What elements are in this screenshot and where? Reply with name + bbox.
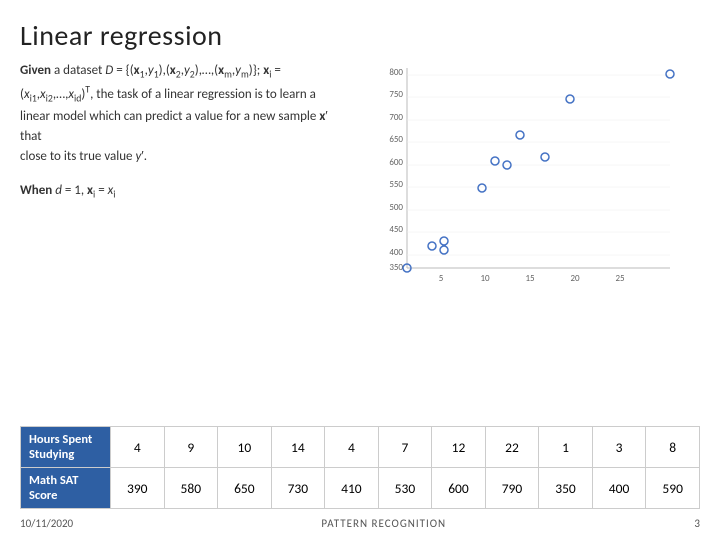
close-text: close to its true value y′. — [20, 149, 147, 164]
right-panel: 800 750 700 650 600 550 500 450 400 350 … — [340, 59, 700, 420]
page: Linear regression Given a dataset D = {(… — [0, 0, 720, 540]
table-cell: 580 — [164, 468, 218, 509]
table-cell: 8 — [646, 427, 700, 468]
table-cell: 1 — [539, 427, 593, 468]
table-row: Math SAT Score39058065073041053060079035… — [21, 468, 700, 509]
content-area: Given a dataset D = {(x1,y1),(x2,y2),…,(… — [20, 59, 700, 420]
when-text: When d = 1, xi = xi — [20, 181, 330, 203]
svg-text:750: 750 — [389, 89, 403, 100]
table-cell: 9 — [164, 427, 218, 468]
svg-text:550: 550 — [389, 179, 403, 190]
svg-text:5: 5 — [439, 273, 444, 284]
data-table: Hours Spent Studying491014471222138Math … — [20, 426, 700, 509]
table-cell: 730 — [271, 468, 325, 509]
given-label: Given a dataset D = {(x1,y1),(x2,y2),…,(… — [20, 63, 281, 78]
data-point — [428, 242, 436, 250]
task-text: linear model which can predict a value f… — [20, 109, 328, 144]
data-point — [541, 153, 549, 161]
bottom-section: Hours Spent Studying491014471222138Math … — [20, 426, 700, 509]
table-cell: 400 — [592, 468, 646, 509]
table-cell: 10 — [218, 427, 272, 468]
table-cell: 390 — [111, 468, 165, 509]
table-cell: 790 — [485, 468, 539, 509]
when-formula: When d = 1, xi = xi — [20, 183, 116, 198]
table-cell: 7 — [378, 427, 432, 468]
table-cell: 14 — [271, 427, 325, 468]
left-panel: Given a dataset D = {(x1,y1),(x2,y2),…,(… — [20, 59, 330, 420]
footer-date: 10/11/2020 — [20, 517, 73, 530]
footer: 10/11/2020 PATTERN RECOGNITION 3 — [20, 517, 700, 530]
svg-text:20: 20 — [570, 273, 580, 284]
data-point — [566, 95, 574, 103]
svg-text:400: 400 — [389, 247, 403, 258]
svg-text:700: 700 — [389, 112, 403, 123]
table-row: Hours Spent Studying491014471222138 — [21, 427, 700, 468]
footer-page: 3 — [694, 517, 700, 530]
data-point — [666, 70, 674, 78]
table-cell: 590 — [646, 468, 700, 509]
table-cell: 4 — [111, 427, 165, 468]
scatter-chart: 800 750 700 650 600 550 500 450 400 350 … — [365, 63, 675, 293]
svg-text:650: 650 — [389, 134, 403, 145]
svg-text:450: 450 — [389, 224, 403, 235]
page-title: Linear regression — [20, 18, 700, 53]
svg-text:500: 500 — [389, 202, 403, 213]
footer-subtitle: PATTERN RECOGNITION — [321, 517, 446, 530]
hours-label: Hours Spent Studying — [21, 427, 111, 468]
data-point — [516, 131, 524, 139]
table-cell: 600 — [432, 468, 486, 509]
table-cell: 12 — [432, 427, 486, 468]
data-point — [440, 237, 448, 245]
score-label: Math SAT Score — [21, 468, 111, 509]
chart-svg: 800 750 700 650 600 550 500 450 400 350 … — [365, 63, 675, 293]
table-cell: 22 — [485, 427, 539, 468]
data-point — [478, 184, 486, 192]
svg-text:15: 15 — [525, 273, 535, 284]
formula-xi: (xi1,xi2,…,xid)T, the task of a linear r… — [20, 87, 316, 102]
svg-text:600: 600 — [389, 157, 403, 168]
description-text: Given a dataset D = {(x1,y1),(x2,y2),…,(… — [20, 61, 330, 167]
svg-text:10: 10 — [480, 273, 490, 284]
svg-text:800: 800 — [389, 67, 403, 78]
table-cell: 3 — [592, 427, 646, 468]
table-cell: 4 — [325, 427, 379, 468]
svg-text:350: 350 — [389, 262, 403, 273]
table-cell: 530 — [378, 468, 432, 509]
data-point — [440, 246, 448, 254]
table-cell: 410 — [325, 468, 379, 509]
data-point — [491, 157, 499, 165]
svg-text:25: 25 — [615, 273, 625, 284]
table-cell: 350 — [539, 468, 593, 509]
table-cell: 650 — [218, 468, 272, 509]
